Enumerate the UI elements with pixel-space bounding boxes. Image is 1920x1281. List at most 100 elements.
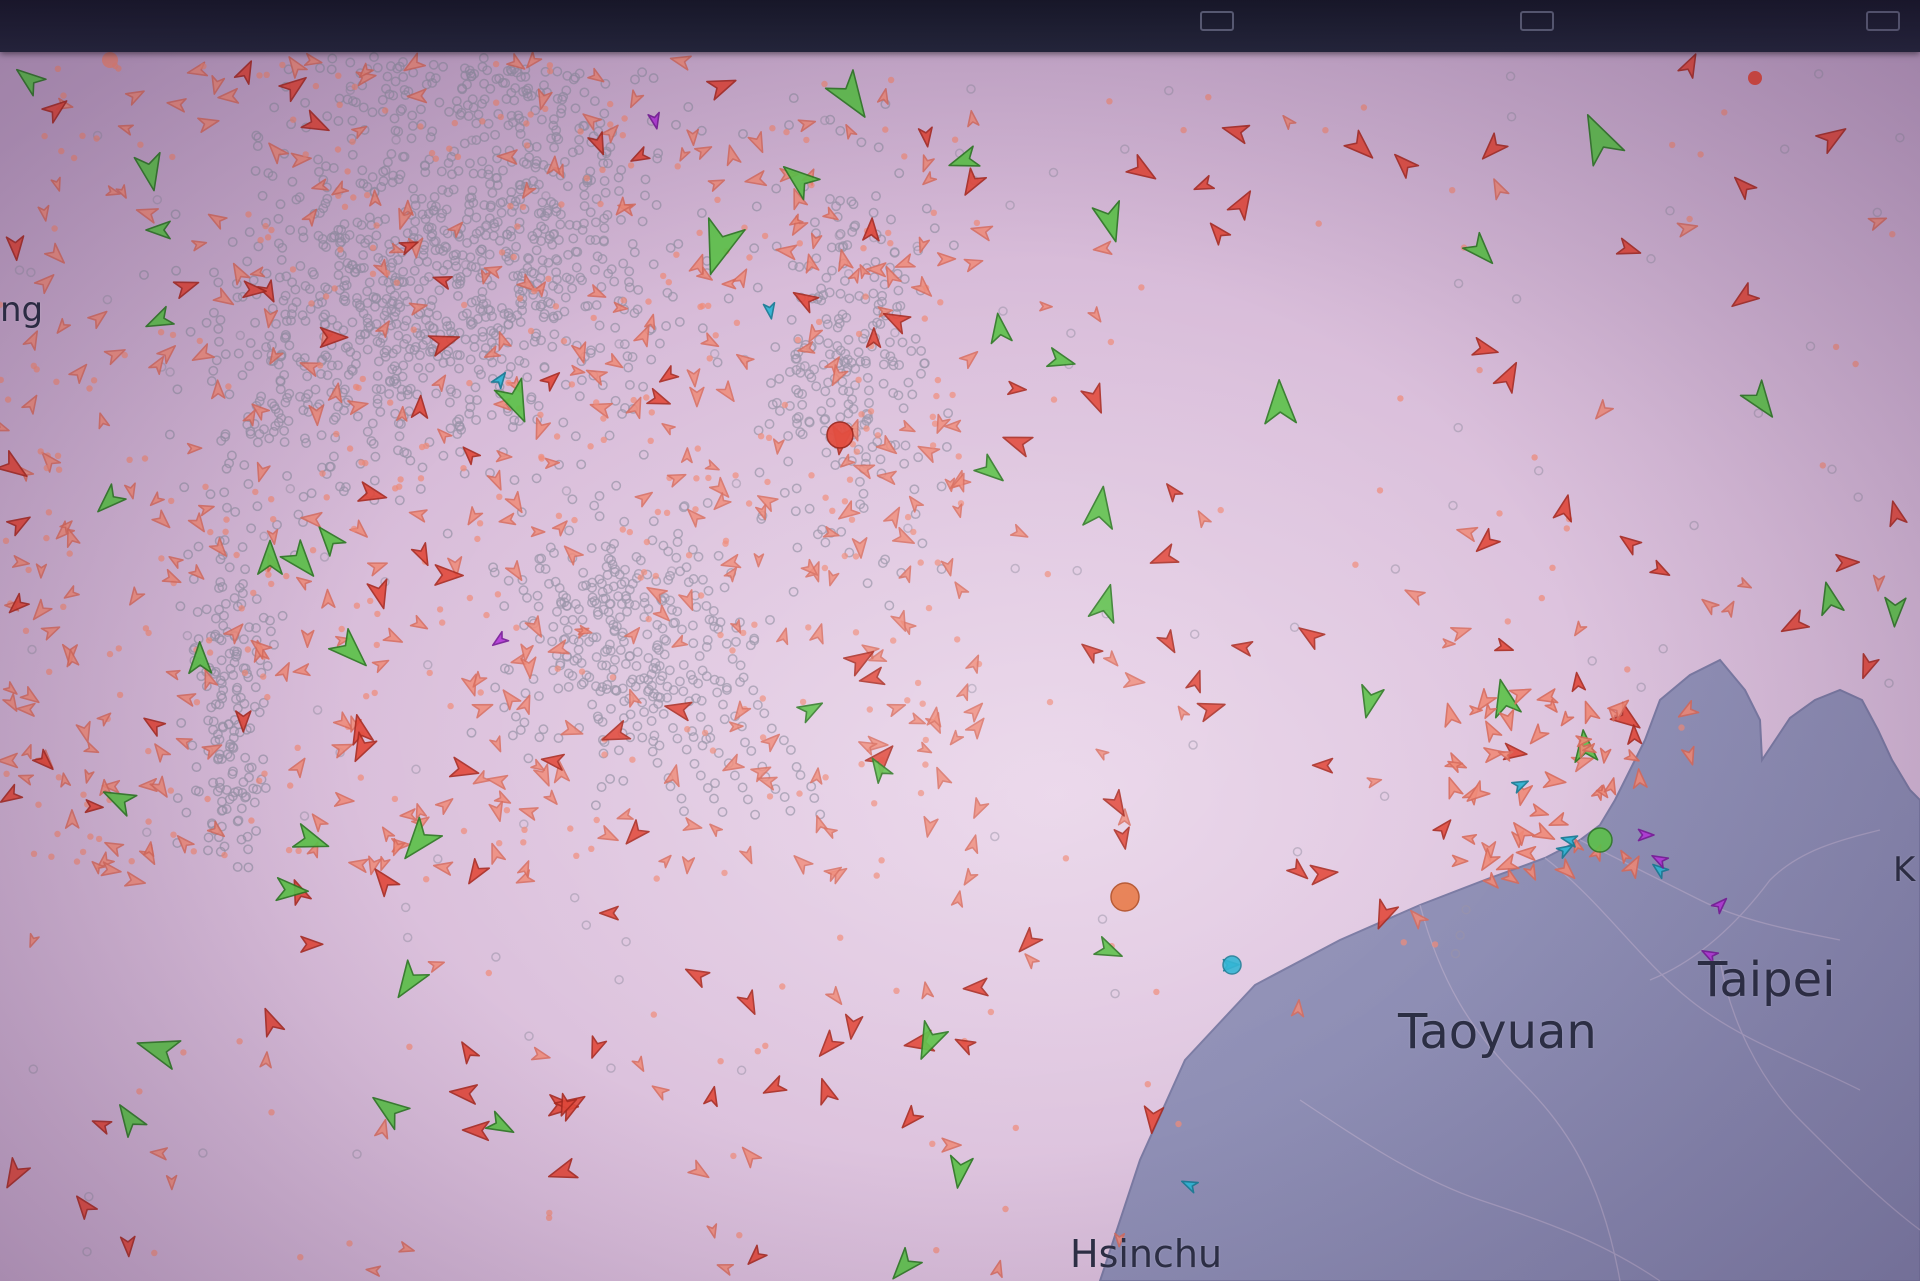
fishing-vessel[interactable] bbox=[593, 399, 600, 406]
fishing-vessel[interactable] bbox=[745, 500, 753, 507]
fishing-vessel[interactable] bbox=[721, 869, 728, 877]
fishing-vessel[interactable] bbox=[1819, 462, 1827, 469]
fishing-vessel[interactable] bbox=[648, 409, 655, 416]
fishing-vessel[interactable] bbox=[145, 747, 152, 755]
fishing-vessel[interactable] bbox=[33, 366, 40, 373]
fishing-vessel[interactable] bbox=[309, 547, 317, 554]
fishing-vessel[interactable] bbox=[283, 572, 290, 580]
fishing-vessel[interactable] bbox=[568, 381, 576, 388]
fishing-vessel[interactable] bbox=[673, 251, 680, 258]
fishing-vessel[interactable] bbox=[503, 807, 511, 814]
fishing-vessel[interactable] bbox=[364, 191, 371, 199]
fishing-vessel[interactable] bbox=[2, 537, 10, 544]
fishing-vessel[interactable] bbox=[250, 589, 257, 597]
fishing-vessel[interactable] bbox=[764, 478, 771, 486]
fishing-vessel[interactable] bbox=[621, 115, 628, 122]
fishing-vessel[interactable] bbox=[417, 475, 425, 482]
fishing-vessel[interactable] bbox=[837, 934, 844, 941]
fishing-vessel[interactable] bbox=[406, 1043, 413, 1051]
fishing-vessel[interactable] bbox=[885, 229, 892, 237]
fishing-vessel[interactable] bbox=[43, 464, 50, 472]
fishing-vessel[interactable] bbox=[263, 71, 270, 79]
fishing-vessel[interactable] bbox=[43, 534, 50, 542]
fishing-vessel[interactable] bbox=[505, 379, 512, 387]
fishing-vessel[interactable] bbox=[853, 448, 860, 455]
fishing-vessel[interactable] bbox=[170, 831, 177, 838]
fishing-vessel[interactable] bbox=[1153, 988, 1160, 996]
fishing-vessel[interactable] bbox=[331, 285, 338, 292]
fishing-vessel[interactable] bbox=[200, 62, 207, 70]
fishing-vessel[interactable] bbox=[697, 592, 705, 599]
fishing-vessel[interactable] bbox=[1062, 855, 1070, 862]
fishing-vessel[interactable] bbox=[890, 637, 897, 644]
fishing-vessel[interactable] bbox=[546, 1209, 553, 1217]
fishing-vessel[interactable] bbox=[1852, 360, 1859, 368]
fishing-vessel[interactable] bbox=[466, 594, 474, 602]
fishing-vessel[interactable] bbox=[346, 445, 354, 452]
fishing-vessel[interactable] bbox=[887, 240, 894, 247]
fishing-vessel[interactable] bbox=[260, 673, 267, 680]
fishing-vessel[interactable] bbox=[346, 1240, 353, 1247]
fishing-vessel[interactable] bbox=[494, 591, 502, 598]
fishing-vessel[interactable] bbox=[279, 61, 286, 69]
fishing-vessel[interactable] bbox=[391, 795, 399, 803]
fishing-vessel[interactable] bbox=[341, 203, 349, 210]
fishing-vessel[interactable] bbox=[665, 279, 672, 286]
fishing-vessel[interactable] bbox=[485, 969, 492, 977]
fishing-vessel[interactable] bbox=[168, 497, 175, 505]
fishing-vessel[interactable] bbox=[268, 580, 275, 588]
fishing-vessel[interactable] bbox=[619, 526, 626, 533]
fishing-vessel[interactable] bbox=[344, 168, 351, 175]
fishing-vessel[interactable] bbox=[498, 249, 506, 256]
fishing-vessel[interactable] bbox=[369, 244, 377, 251]
fishing-vessel[interactable] bbox=[1624, 666, 1631, 673]
fishing-vessel[interactable] bbox=[520, 839, 527, 846]
fishing-vessel[interactable] bbox=[1431, 941, 1439, 948]
fishing-vessel[interactable] bbox=[919, 700, 926, 707]
fishing-vessel[interactable] bbox=[717, 1058, 724, 1065]
fishing-vessel[interactable] bbox=[37, 448, 44, 455]
fishing-vessel[interactable] bbox=[158, 555, 165, 562]
fishing-vessel[interactable] bbox=[476, 520, 484, 527]
fishing-vessel[interactable] bbox=[479, 118, 486, 125]
fishing-vessel[interactable] bbox=[265, 571, 272, 578]
fishing-vessel[interactable] bbox=[268, 1109, 275, 1116]
toolbar-item-1[interactable] bbox=[1200, 6, 1244, 36]
toolbar-item-3[interactable] bbox=[1866, 6, 1910, 36]
fishing-vessel[interactable] bbox=[882, 126, 889, 133]
fishing-vessel[interactable] bbox=[474, 535, 481, 543]
fishing-vessel[interactable] bbox=[205, 637, 213, 644]
fishing-vessel[interactable] bbox=[1721, 109, 1728, 116]
fishing-vessel[interactable] bbox=[910, 528, 917, 536]
fishing-vessel[interactable] bbox=[256, 72, 263, 79]
fishing-vessel[interactable] bbox=[35, 801, 42, 808]
fishing-vessel[interactable] bbox=[538, 455, 545, 462]
fishing-vessel[interactable] bbox=[207, 528, 214, 536]
fishing-vessel[interactable] bbox=[527, 111, 534, 118]
fishing-vessel[interactable] bbox=[363, 693, 370, 700]
fishing-vessel[interactable] bbox=[3, 770, 10, 777]
fishing-vessel[interactable] bbox=[858, 761, 865, 768]
fishing-vessel[interactable] bbox=[289, 266, 297, 273]
fishing-vessel[interactable] bbox=[196, 337, 203, 345]
fishing-vessel[interactable] bbox=[1217, 506, 1224, 514]
fishing-vessel[interactable] bbox=[496, 840, 503, 847]
fishing-vessel[interactable] bbox=[629, 756, 636, 763]
fishing-vessel[interactable] bbox=[732, 472, 739, 479]
fishing-vessel[interactable] bbox=[169, 153, 176, 161]
fishing-vessel[interactable] bbox=[202, 483, 209, 490]
fishing-vessel[interactable] bbox=[1678, 724, 1685, 731]
fishing-vessel[interactable] bbox=[417, 123, 424, 130]
fishing-vessel[interactable] bbox=[761, 232, 769, 240]
fishing-vessel[interactable] bbox=[852, 629, 860, 636]
fishing-vessel[interactable] bbox=[954, 636, 961, 643]
fishing-vessel[interactable] bbox=[516, 295, 524, 302]
fishing-vessel[interactable] bbox=[493, 99, 500, 106]
fishing-vessel[interactable] bbox=[264, 693, 271, 701]
fishing-vessel[interactable] bbox=[79, 848, 87, 856]
fishing-vessel[interactable] bbox=[51, 225, 58, 232]
fishing-vessel[interactable] bbox=[1496, 510, 1503, 517]
fishing-vessel[interactable] bbox=[334, 146, 342, 153]
fishing-vessel[interactable] bbox=[762, 1042, 769, 1050]
fishing-vessel[interactable] bbox=[222, 528, 229, 535]
